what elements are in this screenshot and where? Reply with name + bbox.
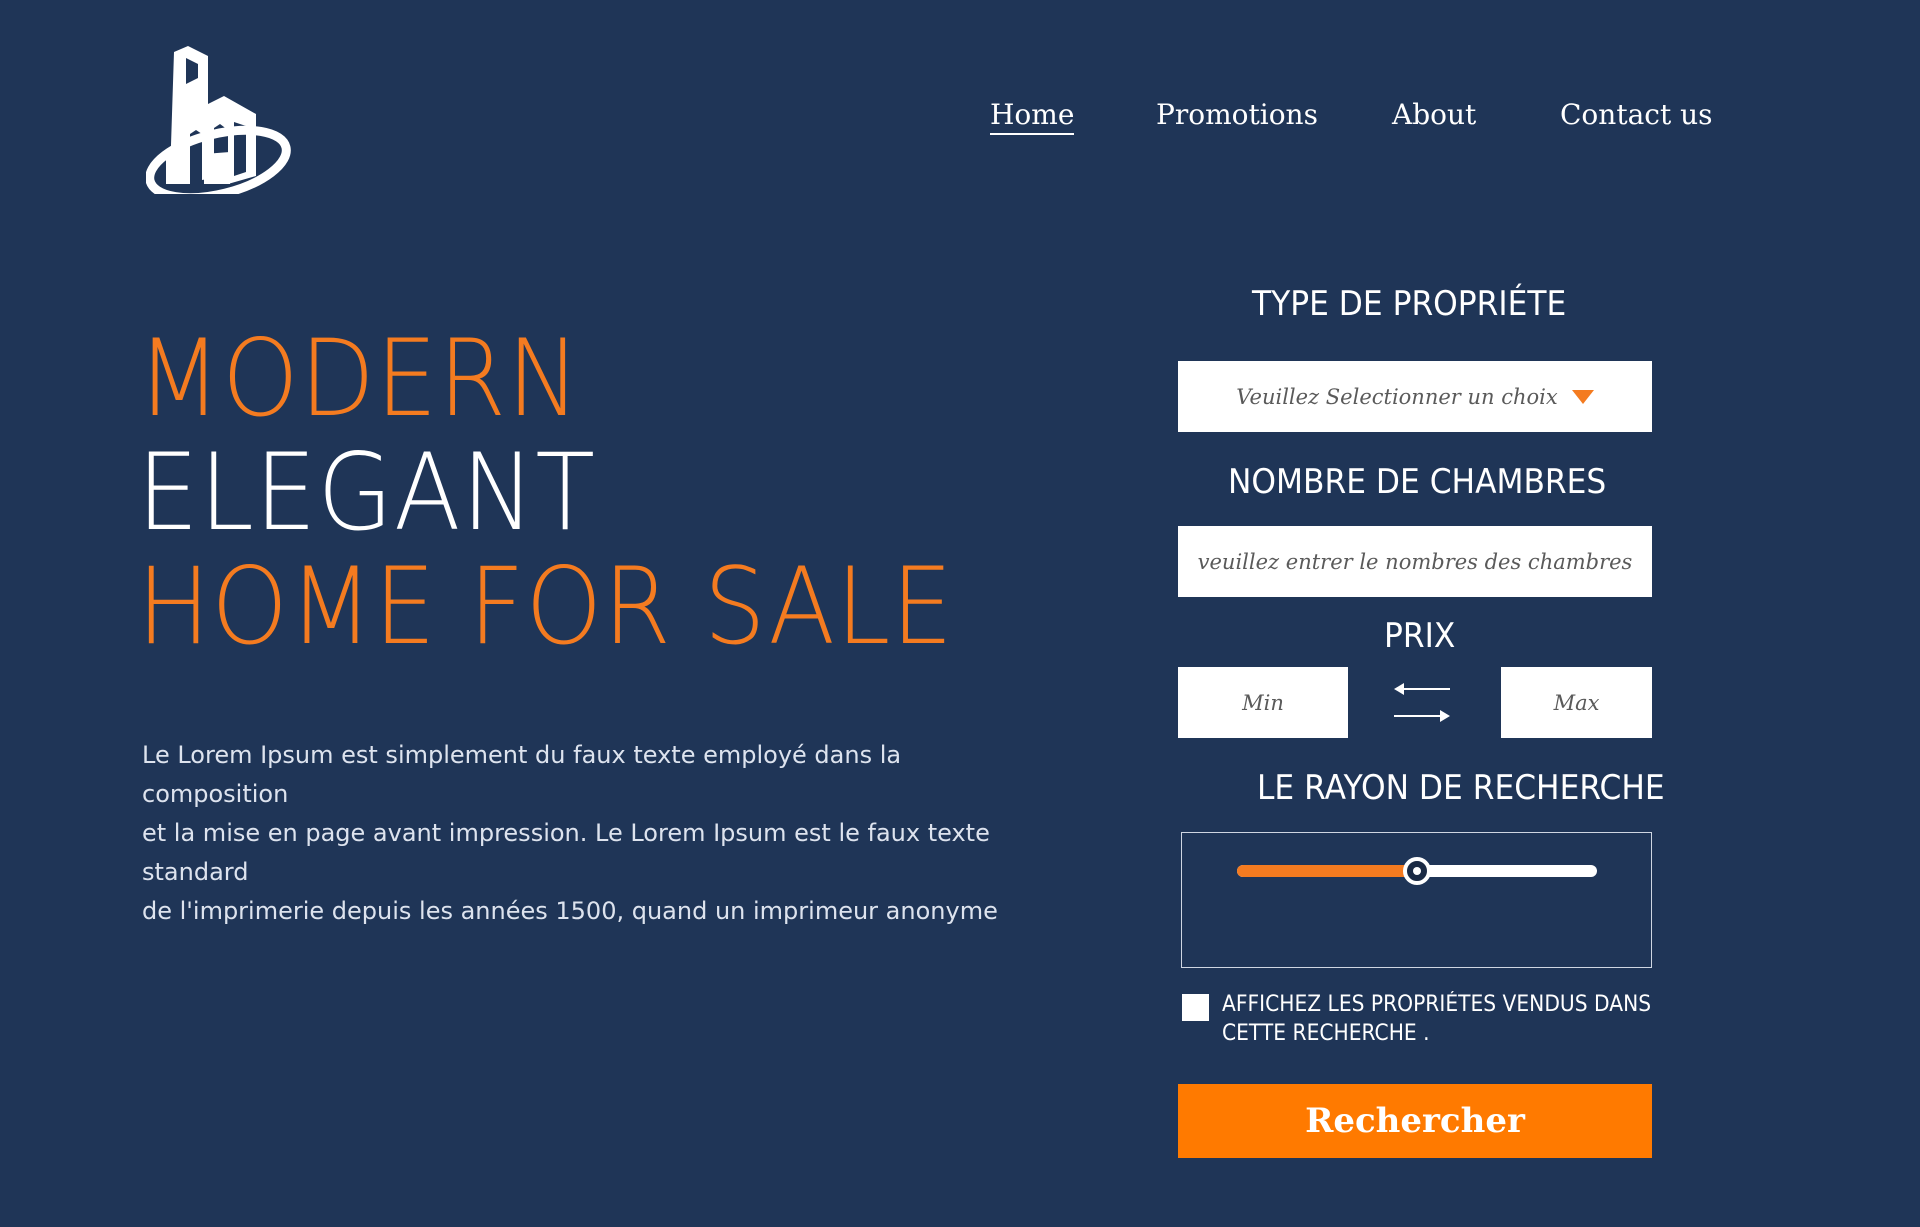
price-min-placeholder: Min bbox=[1242, 690, 1284, 715]
nav-contact[interactable]: Contact us bbox=[1560, 98, 1713, 131]
show-sold-checkbox[interactable] bbox=[1182, 994, 1209, 1021]
radius-slider-thumb[interactable] bbox=[1403, 857, 1431, 885]
hero-line-elegant: ELEGANT bbox=[137, 431, 596, 554]
hero-line-modern: MODERN bbox=[137, 317, 581, 440]
price-min-input[interactable]: Min bbox=[1178, 667, 1348, 738]
radius-slider-track[interactable] bbox=[1237, 857, 1597, 885]
radius-label: LE RAYON DE RECHERCHE bbox=[1257, 768, 1665, 808]
show-sold-label: AFFICHEZ LES PROPRIÉTES VENDUS DANS CETT… bbox=[1222, 992, 1652, 1046]
property-type-select[interactable]: Veuillez Selectionner un choix bbox=[1178, 361, 1652, 432]
caret-down-icon bbox=[1571, 389, 1594, 404]
radius-slider-fill bbox=[1237, 865, 1417, 877]
search-button[interactable]: Rechercher bbox=[1178, 1084, 1652, 1158]
nav-about[interactable]: About bbox=[1392, 98, 1476, 131]
price-label: PRIX bbox=[1384, 616, 1456, 656]
rooms-label: NOMBRE DE CHAMBRES bbox=[1228, 462, 1607, 502]
property-type-placeholder: Veuillez Selectionner un choix bbox=[1236, 384, 1558, 409]
rooms-input[interactable]: veuillez entrer le nombres des chambres bbox=[1178, 526, 1652, 597]
nav-home[interactable]: Home bbox=[990, 98, 1075, 135]
swap-arrows-icon[interactable] bbox=[1392, 680, 1452, 726]
rooms-placeholder: veuillez entrer le nombres des chambres bbox=[1197, 549, 1633, 574]
nav-promotions[interactable]: Promotions bbox=[1156, 98, 1318, 131]
price-max-placeholder: Max bbox=[1553, 690, 1600, 715]
property-type-label: TYPE DE PROPRIÉTE bbox=[1252, 284, 1567, 324]
main-nav: Home Promotions About Contact us bbox=[0, 98, 1920, 138]
hero-heading: MODERN ELEGANT HOME FOR SALE bbox=[137, 322, 1025, 664]
hero-description: Le Lorem Ipsum est simplement du faux te… bbox=[142, 741, 998, 925]
price-max-input[interactable]: Max bbox=[1501, 667, 1652, 738]
hero-line-home-for-sale: HOME FOR SALE bbox=[137, 545, 954, 668]
radius-slider-panel bbox=[1181, 832, 1652, 968]
